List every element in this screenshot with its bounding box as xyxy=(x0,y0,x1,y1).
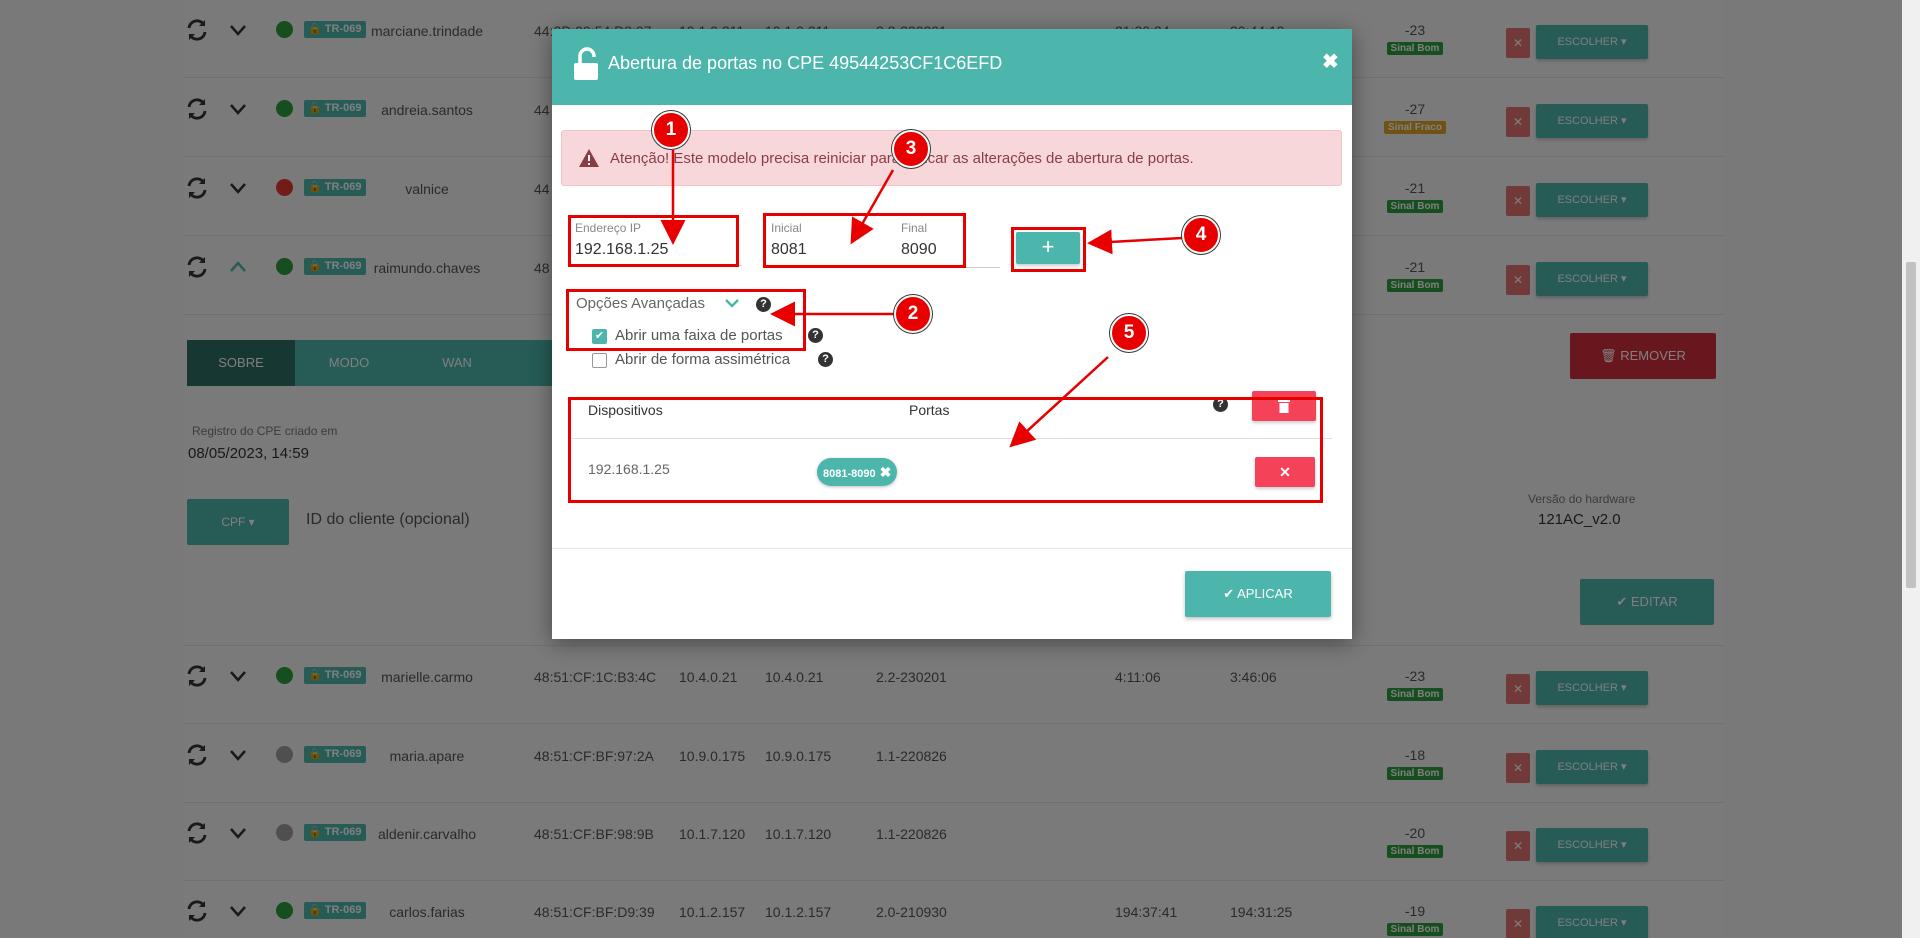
annotation-number-2: 2 xyxy=(894,295,932,333)
unlock-icon xyxy=(574,47,598,80)
modal-footer-divider xyxy=(552,548,1352,549)
page-scrollbar[interactable] xyxy=(1902,0,1920,938)
scrollbar-thumb[interactable] xyxy=(1906,262,1916,588)
modal-header: Abertura de portas no CPE 49544253CF1C6E… xyxy=(552,29,1352,105)
modal-title: Abertura de portas no CPE 49544253CF1C6E… xyxy=(608,53,1003,73)
warning-icon xyxy=(579,149,599,167)
annotation-number-4: 4 xyxy=(1182,216,1220,254)
annotation-number-3: 3 xyxy=(892,130,930,168)
asymmetric-checkbox[interactable] xyxy=(592,353,607,368)
asymmetric-label: Abrir de forma assimétrica xyxy=(615,351,791,368)
apply-label: APLICAR xyxy=(1237,586,1293,601)
annotation-box-table xyxy=(568,397,1323,503)
close-icon[interactable]: ✖ xyxy=(1322,49,1339,74)
help-icon[interactable]: ? xyxy=(818,352,833,367)
annotation-box-ip xyxy=(568,215,739,267)
annotation-box-advanced xyxy=(566,289,806,351)
annotation-box-ports xyxy=(763,213,966,268)
apply-button[interactable]: ✔ APLICAR xyxy=(1185,571,1331,617)
annotation-box-add xyxy=(1011,227,1086,272)
annotation-number-1: 1 xyxy=(652,111,690,149)
help-icon[interactable]: ? xyxy=(808,328,823,343)
annotation-number-5: 5 xyxy=(1110,314,1148,352)
